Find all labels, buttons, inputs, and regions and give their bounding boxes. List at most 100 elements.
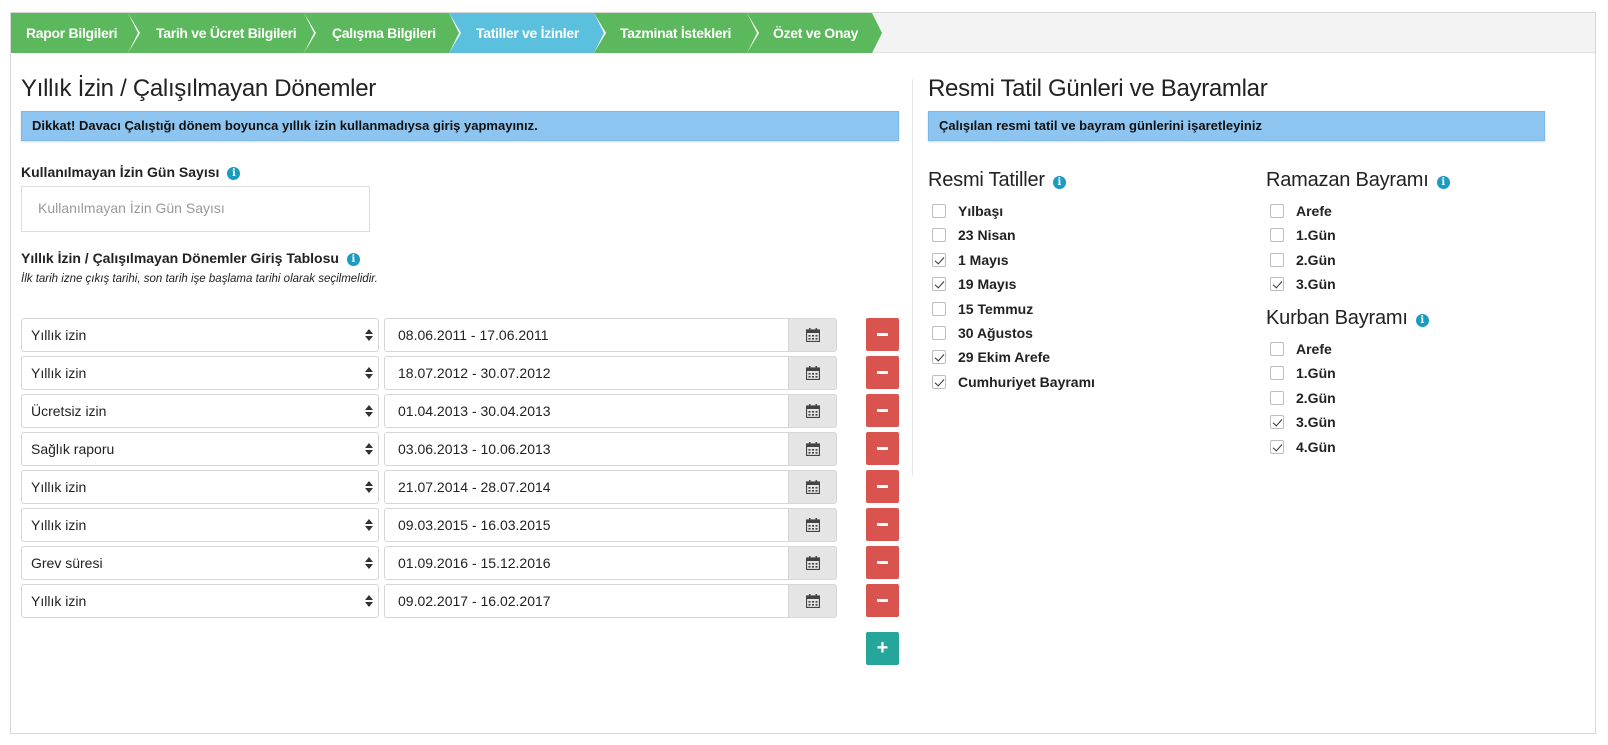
holiday-label: 3.Gün: [1296, 276, 1336, 293]
holiday-label: 3.Gün: [1296, 414, 1336, 431]
holiday-checkbox[interactable]: 30 Ağustos: [932, 323, 1033, 343]
calendar-icon[interactable]: [788, 394, 837, 428]
holiday-checkbox[interactable]: 1 Mayıs: [932, 250, 1009, 270]
leave-type-select[interactable]: Yıllık izin: [21, 356, 379, 390]
remove-row-button[interactable]: [866, 432, 899, 465]
remove-row-button[interactable]: [866, 546, 899, 579]
remove-row-button[interactable]: [866, 584, 899, 617]
info-icon[interactable]: i: [346, 253, 360, 266]
holiday-label: 23 Nisan: [958, 227, 1016, 244]
step-calisma-bilgileri[interactable]: Çalışma Bilgileri: [304, 13, 461, 53]
checkbox-icon[interactable]: [932, 228, 946, 243]
checkbox-icon[interactable]: [1270, 228, 1284, 243]
table-row: Sağlık raporu 03.06.2013 - 10.06.2013: [21, 432, 901, 466]
holiday-checkbox[interactable]: 15 Temmuz: [932, 299, 1033, 319]
holiday-checkbox[interactable]: 19 Mayıs: [932, 274, 1016, 294]
step-ozet-onay[interactable]: Özet ve Onay: [747, 13, 882, 53]
checkbox-icon[interactable]: [932, 326, 946, 340]
holiday-checkbox[interactable]: 1.Gün: [1270, 225, 1336, 245]
holiday-checkbox[interactable]: 2.Gün: [1270, 388, 1336, 408]
holiday-label: 2.Gün: [1296, 251, 1336, 268]
unused-leave-days-input[interactable]: Kullanılmayan İzin Gün Sayısı: [21, 186, 370, 232]
select-caret-icon: [365, 557, 373, 569]
holiday-checkbox[interactable]: Arefe: [1270, 339, 1332, 359]
holiday-label: Arefe: [1296, 341, 1332, 357]
step-tarih-ucret[interactable]: Tarih ve Ücret Bilgileri: [128, 13, 316, 53]
calendar-icon[interactable]: [788, 508, 837, 542]
holiday-checkbox[interactable]: 29 Ekim Arefe: [932, 347, 1050, 367]
leave-type-select[interactable]: Yıllık izin: [21, 584, 379, 618]
calendar-icon[interactable]: [788, 318, 837, 352]
wizard-steps: Rapor Bilgileri Tarih ve Ücret Bilgileri…: [11, 13, 1595, 53]
checkbox-icon[interactable]: [1270, 252, 1284, 267]
checkbox-icon[interactable]: [1270, 204, 1284, 218]
remove-row-button[interactable]: [866, 470, 899, 503]
leave-type-value: Yıllık izin: [31, 479, 87, 495]
leave-type-select[interactable]: Sağlık raporu: [21, 432, 379, 466]
holiday-label: 15 Temmuz: [958, 300, 1034, 317]
date-range-input[interactable]: 01.04.2013 - 30.04.2013: [384, 394, 788, 428]
date-range-input[interactable]: 01.09.2016 - 15.12.2016: [384, 546, 788, 580]
calendar-icon[interactable]: [788, 584, 837, 618]
checkbox-icon[interactable]: [1270, 342, 1284, 356]
holiday-checkbox[interactable]: Yılbaşı: [932, 201, 1003, 221]
select-caret-icon: [365, 367, 373, 379]
leave-type-select[interactable]: Yıllık izin: [21, 470, 379, 504]
holiday-checkbox[interactable]: 2.Gün: [1270, 250, 1336, 270]
remove-row-button[interactable]: [866, 508, 899, 541]
holiday-checkbox[interactable]: Arefe: [1270, 201, 1332, 221]
step-tatiller-izinler[interactable]: Tatiller ve İzinler: [449, 13, 606, 53]
remove-row-button[interactable]: [866, 356, 899, 389]
table-row: Yıllık izin 09.03.2015 - 16.03.2015: [21, 508, 901, 542]
holiday-checkbox[interactable]: 3.Gün: [1270, 274, 1336, 294]
holiday-checkbox[interactable]: 4.Gün: [1270, 437, 1336, 457]
table-row: Grev süresi 01.09.2016 - 15.12.2016: [21, 546, 901, 580]
step-rapor-bilgileri[interactable]: Rapor Bilgileri: [11, 13, 140, 53]
remove-row-button[interactable]: [866, 318, 899, 351]
date-range-input[interactable]: 03.06.2013 - 10.06.2013: [384, 432, 788, 466]
date-range-input[interactable]: 08.06.2011 - 17.06.2011: [384, 318, 788, 352]
checkbox-icon[interactable]: [932, 252, 946, 267]
checkbox-icon[interactable]: [1270, 277, 1284, 292]
checkbox-icon[interactable]: [932, 350, 946, 365]
leave-type-value: Grev süresi: [31, 555, 103, 571]
select-caret-icon: [365, 481, 373, 493]
leave-table-label: Yıllık İzin / Çalışılmayan Dönemler Giri…: [21, 250, 360, 266]
leave-type-value: Yıllık izin: [31, 365, 87, 381]
table-row: Yıllık izin 09.02.2017 - 16.02.2017: [21, 584, 901, 618]
leave-type-select[interactable]: Yıllık izin: [21, 508, 379, 542]
calendar-icon[interactable]: [788, 470, 837, 504]
checkbox-icon[interactable]: [932, 204, 946, 218]
calendar-icon[interactable]: [788, 432, 837, 466]
leave-type-select[interactable]: Grev süresi: [21, 546, 379, 580]
table-row: Ücretsiz izin 01.04.2013 - 30.04.2013: [21, 394, 901, 428]
checkbox-icon[interactable]: [1270, 390, 1284, 405]
leave-type-select[interactable]: Yıllık izin: [21, 318, 379, 352]
step-tazminat-istekleri[interactable]: Tazminat İstekleri: [594, 13, 759, 53]
holiday-label: Cumhuriyet Bayramı: [958, 373, 1095, 390]
date-range-input[interactable]: 21.07.2014 - 28.07.2014: [384, 470, 788, 504]
holiday-checkbox[interactable]: 3.Gün: [1270, 412, 1336, 432]
checkbox-icon[interactable]: [1270, 439, 1284, 454]
date-range-input[interactable]: 18.07.2012 - 30.07.2012: [384, 356, 788, 390]
calendar-icon[interactable]: [788, 546, 837, 580]
checkbox-icon[interactable]: [932, 301, 946, 316]
checkbox-icon[interactable]: [1270, 415, 1284, 430]
date-range-input[interactable]: 09.03.2015 - 16.03.2015: [384, 508, 788, 542]
info-icon[interactable]: i: [1436, 176, 1450, 189]
info-icon[interactable]: i: [227, 167, 241, 180]
checkbox-icon[interactable]: [932, 374, 946, 389]
select-caret-icon: [365, 595, 373, 607]
calendar-icon[interactable]: [788, 356, 837, 390]
leave-type-select[interactable]: Ücretsiz izin: [21, 394, 379, 428]
holiday-checkbox[interactable]: Cumhuriyet Bayramı: [932, 372, 1095, 392]
info-icon[interactable]: i: [1052, 176, 1066, 189]
info-icon[interactable]: i: [1415, 314, 1429, 327]
date-range-input[interactable]: 09.02.2017 - 16.02.2017: [384, 584, 788, 618]
checkbox-icon[interactable]: [932, 277, 946, 292]
remove-row-button[interactable]: [866, 394, 899, 427]
holiday-checkbox[interactable]: 23 Nisan: [932, 225, 1016, 245]
checkbox-icon[interactable]: [1270, 366, 1284, 381]
add-row-button[interactable]: +: [866, 632, 899, 665]
holiday-checkbox[interactable]: 1.Gün: [1270, 363, 1336, 383]
